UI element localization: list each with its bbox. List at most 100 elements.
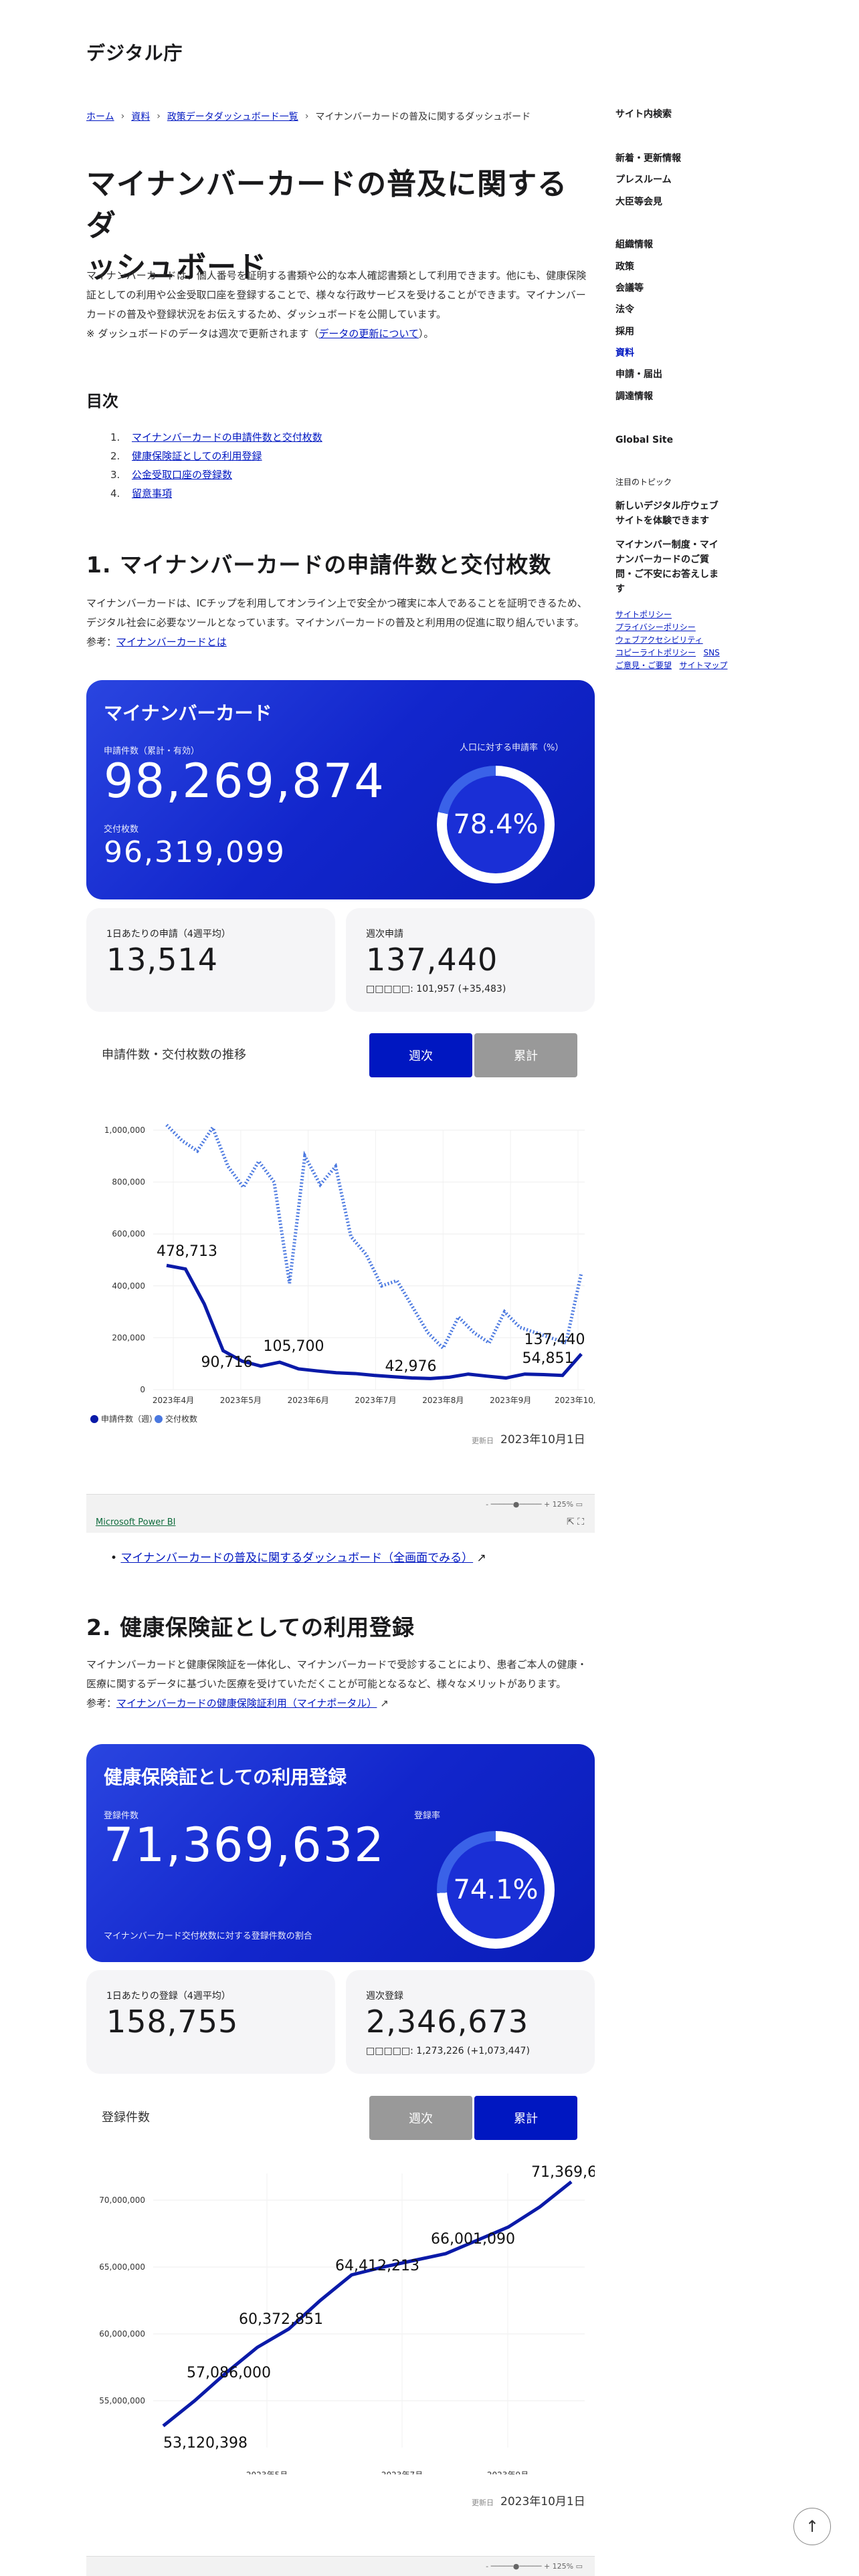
cumulative-toggle-button-2[interactable]: 累計 <box>474 2096 577 2140</box>
card-title: マイナンバーカード <box>104 702 272 724</box>
y-tick-label: 200,000 <box>112 1333 145 1342</box>
copyright-link[interactable]: コピーライトポリシー <box>615 648 696 657</box>
breadcrumb: ホーム › 資料 › 政策データダッシュボード一覧 › マイナンバーカードの普及… <box>86 110 531 123</box>
sidebar-press[interactable]: プレスルーム <box>615 173 723 187</box>
sidebar-laws[interactable]: 法令 <box>615 302 723 317</box>
chart1-updated: 更新日 2023年10月1日 <box>472 1433 585 1446</box>
sidebar-organization[interactable]: 組織情報 <box>615 237 723 252</box>
fullscreen-link[interactable]: • マイナンバーカードの普及に関するダッシュボード（全画面でみる） ↗ <box>110 1548 486 1565</box>
sidebar-topic-new-site[interactable]: 新しいデジタル庁ウェブサイトを体験できます <box>615 499 723 528</box>
registrations-line-chart: 70,000,000 65,000,000 60,000,000 55,000,000… <box>99 2164 595 2474</box>
data-update-link[interactable]: データの更新について <box>318 328 419 340</box>
x-tick-label: 2023年9月 <box>490 1396 531 1405</box>
data-label: 60,372,851 <box>239 2311 323 2328</box>
insurance-summary-card: 健康保険証としての利用登録 登録件数 71,369,632 マイナンバーカード交… <box>86 1744 595 1962</box>
series-line-2 <box>165 1123 583 1352</box>
legend-label: 申請件数（週） <box>101 1414 157 1424</box>
external-link-icon: ↗ <box>380 1697 389 1709</box>
feedback-link[interactable]: ご意見・ご要望 <box>615 661 672 670</box>
stat-weekly-applications: 週次申請 137,440 □□□□□: 101,957 (+35,483) <box>346 908 595 1012</box>
external-link-icon: ↗ <box>476 1551 486 1565</box>
data-label: 478,713 <box>157 1243 217 1260</box>
site-logo[interactable]: デジタル庁 <box>86 39 183 66</box>
toc-item-card[interactable]: マイナンバーカードの申請件数と交付枚数 <box>132 428 322 447</box>
data-label: 53,120,398 <box>163 2435 248 2452</box>
card-summary: マイナンバーカード 申請件数（累計・有効） 98,269,874 交付枚数 96… <box>86 680 595 899</box>
x-tick-label: 2023年8月 <box>422 1396 464 1405</box>
sidebar-search[interactable]: サイト内検索 <box>615 107 723 122</box>
insurance-registrations-total: 71,369,632 <box>104 1818 385 1872</box>
powerbi-link[interactable]: Microsoft Power BI <box>96 1517 175 1527</box>
scroll-top-button[interactable]: ↑ <box>793 2508 831 2545</box>
y-tick-label: 55,000,000 <box>99 2396 145 2405</box>
y-tick-label: 0 <box>140 1385 145 1394</box>
chevron-right-icon: › <box>120 111 125 122</box>
zoom-slider[interactable]: - ─────●───── + 125% ▭ <box>486 1500 583 1509</box>
sidebar-recruit[interactable]: 採用 <box>615 324 723 339</box>
y-tick-label: 800,000 <box>112 1178 145 1187</box>
application-rate-donut: 78.4% <box>437 766 555 883</box>
data-label: 54,851 <box>522 1350 574 1367</box>
sidebar-global[interactable]: Global Site <box>615 433 723 447</box>
sidebar-topic-mynumber[interactable]: マイナンバー制度・マイナンバーカードのご質問・ご不安にお答えします <box>615 538 723 597</box>
sidebar-documents[interactable]: 資料 <box>615 346 723 360</box>
toc-item-account[interactable]: 公金受取口座の登録数 <box>132 465 232 484</box>
sidebar-policy[interactable]: 政策 <box>615 259 723 274</box>
privacy-policy-link[interactable]: プライバシーポリシー <box>615 623 696 632</box>
x-tick-label: 2023年5月 <box>220 1396 262 1405</box>
toc-item-notes[interactable]: 留意事項 <box>132 484 172 503</box>
stat-weekly-registrations: 週次登録 2,346,673 □□□□□: 1,273,226 (+1,073,… <box>346 1970 595 2074</box>
sidebar-news[interactable]: 新着・更新情報 <box>615 151 723 166</box>
site-policy-link[interactable]: サイトポリシー <box>615 610 672 619</box>
y-tick-label: 65,000,000 <box>99 2262 145 2272</box>
zoom-slider-2[interactable]: - ─────●───── + 125% ▭ <box>486 2562 583 2571</box>
section1-body: マイナンバーカードは、ICチップを利用してオンライン上で安全かつ確実に本人である… <box>86 597 587 648</box>
insurance-portal-link[interactable]: マイナンバーカードの健康保険証利用（マイナポータル） <box>116 1697 377 1709</box>
y-tick-label: 60,000,000 <box>99 2329 145 2339</box>
weekly-toggle-button-2[interactable]: 週次 <box>369 2096 472 2140</box>
accessibility-link[interactable]: ウェブアクセシビリティ <box>615 635 703 645</box>
breadcrumb-dashboards[interactable]: 政策データダッシュボード一覧 <box>167 110 298 123</box>
registration-rate-donut: 74.1% <box>437 1831 555 1949</box>
applications-total: 98,269,874 <box>104 754 385 809</box>
weekly-toggle-button[interactable]: 週次 <box>369 1033 472 1077</box>
stat-daily-registrations: 1日あたりの登録（4週平均） 158,755 <box>86 1970 335 2074</box>
chevron-right-icon: › <box>304 111 309 122</box>
arrow-up-icon: ↑ <box>805 2517 820 2536</box>
issued-total: 96,319,099 <box>104 835 286 869</box>
legend-label: 交付枚数 <box>165 1414 197 1424</box>
sitemap-link[interactable]: サイトマップ <box>679 661 727 670</box>
x-tick-label: 2023年10月 <box>555 1396 595 1405</box>
sidebar-press-conference[interactable]: 大臣等会見 <box>615 195 723 209</box>
breadcrumb-documents[interactable]: 資料 <box>131 110 150 123</box>
toc-item-insurance[interactable]: 健康保険証としての利用登録 <box>132 447 262 465</box>
applications-line-chart: 1,000,000 800,000 600,000 400,000 200,000 0 20… <box>90 1123 595 1424</box>
y-tick-label: 70,000,000 <box>99 2195 145 2205</box>
series-line <box>162 2180 573 2428</box>
x-tick-label: 2023年9月 <box>487 2470 529 2474</box>
sidebar-meetings[interactable]: 会議等 <box>615 281 723 296</box>
y-tick-label: 1,000,000 <box>104 1125 145 1135</box>
chart2-updated: 更新日 2023年10月1日 <box>472 2495 585 2508</box>
sns-link[interactable]: SNS <box>703 648 719 657</box>
x-tick-label: 2023年7月 <box>355 1396 396 1405</box>
legend-marker <box>90 1415 98 1423</box>
sidebar-applications[interactable]: 申請・届出 <box>615 367 723 382</box>
data-label: 57,086,000 <box>187 2365 271 2381</box>
chevron-right-icon: › <box>157 111 161 122</box>
toc-list: 1. マイナンバーカードの申請件数と交付枚数 2. 健康保険証としての利用登録 3.… <box>110 428 322 503</box>
data-label: 137,440 <box>524 1331 585 1348</box>
chart1-title: 申請件数・交付枚数の推移 <box>102 1048 246 1062</box>
chart2-title: 登録件数 <box>102 2111 150 2125</box>
cumulative-toggle-button[interactable]: 累計 <box>474 1033 577 1077</box>
data-label: 105,700 <box>264 1338 324 1355</box>
footer-links: サイトポリシー プライバシーポリシー ウェブアクセシビリティ コピーライトポリシ… <box>615 609 769 672</box>
data-label: 64,412,213 <box>335 2258 419 2274</box>
intro-text: マイナンバーカードは、個人番号を証明する書類や公的な本人確認書類として利用できま… <box>86 270 587 340</box>
sidebar-procurement[interactable]: 調達情報 <box>615 389 723 404</box>
breadcrumb-home[interactable]: ホーム <box>86 110 114 123</box>
breadcrumb-current: マイナンバーカードの普及に関するダッシュボード <box>315 112 531 122</box>
share-icon[interactable]: ⇱ ⛶ <box>567 1517 584 1527</box>
about-card-link[interactable]: マイナンバーカードとは <box>116 636 227 648</box>
x-tick-label: 2023年4月 <box>153 1396 194 1405</box>
